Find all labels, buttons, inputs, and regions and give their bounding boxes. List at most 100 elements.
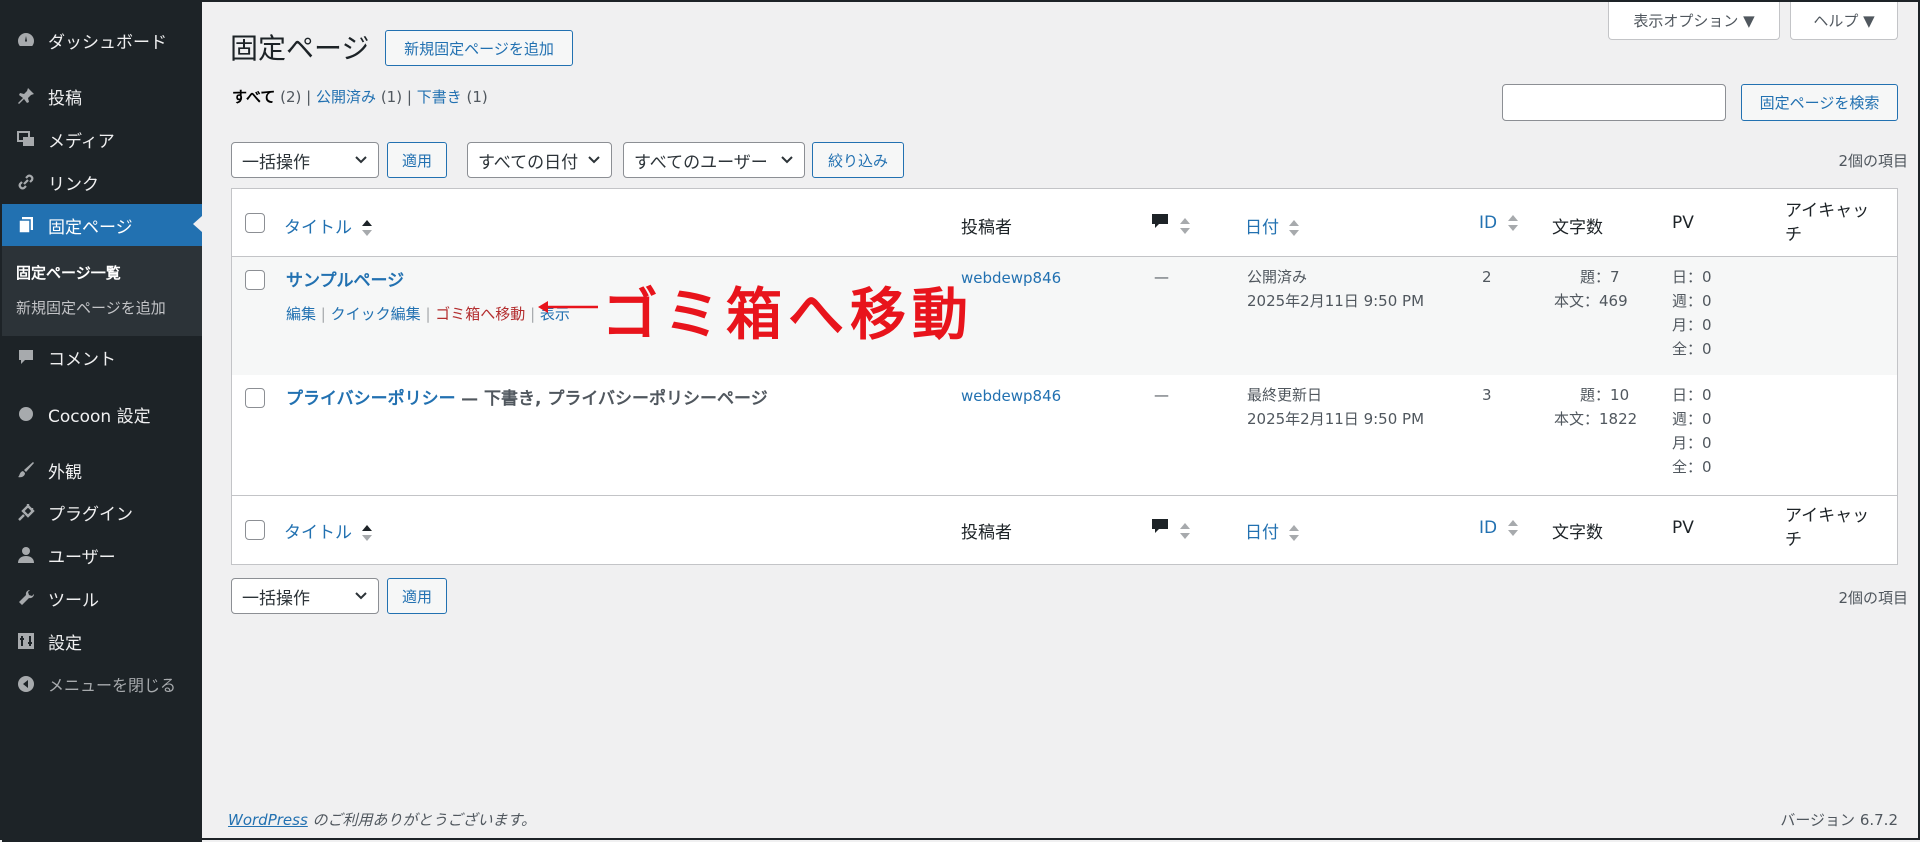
bulk-action-select[interactable]: 一括操作 (231, 142, 379, 178)
apply-button-bottom[interactable]: 適用 (387, 578, 447, 614)
main-content: 表示オプション ▼ ヘルプ ▼ 固定ページ 新規固定ページを追加 すべて (2)… (202, 2, 1920, 842)
sidebar-item-media[interactable]: メディア (2, 119, 202, 159)
filter-button[interactable]: 絞り込み (812, 142, 904, 178)
id-value: 3 (1482, 386, 1492, 404)
filter-all-count: (2) (280, 88, 302, 106)
sidebar-item-posts[interactable]: 投稿 (2, 76, 202, 116)
screen-options-button[interactable]: 表示オプション ▼ (1608, 2, 1780, 40)
chevron-down-icon (355, 156, 367, 164)
help-button[interactable]: ヘルプ ▼ (1790, 2, 1898, 40)
sidebar-item-label: 設定 (48, 633, 82, 654)
column-id[interactable]: ID (1479, 213, 1519, 233)
column-id-label: ID (1479, 518, 1498, 538)
date-filter-value: すべての日付 (478, 152, 579, 173)
chevron-down-icon (781, 156, 793, 164)
date-value: 2025年2月11日 9:50 PM (1247, 292, 1425, 310)
sort-icon (1289, 220, 1300, 236)
user-icon (14, 543, 38, 567)
column-date[interactable]: 日付 (1245, 213, 1300, 238)
column-title[interactable]: タイトル (284, 213, 373, 238)
pv-day: 日：0 (1672, 268, 1712, 286)
submenu-add-new-page[interactable]: 新規固定ページを追加 (16, 297, 166, 318)
column-comments[interactable] (1150, 516, 1191, 541)
sidebar-item-links[interactable]: リンク (2, 162, 202, 202)
pv-cell: 日：0 週：0 月：0 全：0 (1672, 265, 1712, 361)
date-filter-select[interactable]: すべての日付 (467, 142, 612, 178)
sidebar-item-comments[interactable]: コメント (2, 337, 202, 377)
page-title-link[interactable]: サンプルページ (286, 271, 404, 291)
char-count-body: 本文：469 (1554, 292, 1628, 310)
sort-icon (1507, 520, 1518, 536)
column-date-label: 日付 (1245, 523, 1279, 543)
sidebar-item-label: ユーザー (48, 547, 116, 568)
app-window: ダッシュボード 投稿 メディア リンク 固定ページ 固定ページ一覧 新規固定ペー… (0, 0, 1920, 842)
column-comments[interactable] (1150, 211, 1191, 236)
column-thumbnail-label-1: アイキャッ (1785, 506, 1870, 526)
bulk-action-value: 一括操作 (242, 152, 310, 173)
column-id-label: ID (1479, 213, 1498, 233)
wrench-icon (14, 586, 38, 610)
column-title-label: タイトル (284, 218, 352, 238)
sidebar-item-dashboard[interactable]: ダッシュボード (2, 20, 202, 60)
sidebar-item-users[interactable]: ユーザー (2, 535, 202, 575)
sidebar-item-tools[interactable]: ツール (2, 578, 202, 618)
edit-link[interactable]: 編集 (286, 305, 316, 323)
sidebar-item-label: ダッシュボード (48, 32, 167, 53)
wordpress-link[interactable]: WordPress (228, 811, 308, 829)
sidebar-item-label: 固定ページ (48, 217, 133, 238)
sort-icon (362, 525, 373, 541)
select-all-checkbox[interactable] (245, 520, 265, 540)
column-thumbnail-label-2: チ (1785, 530, 1802, 550)
column-char-count: 文字数 (1552, 218, 1603, 238)
user-filter-select[interactable]: すべてのユーザー (623, 142, 805, 178)
filter-all[interactable]: すべて (232, 88, 275, 106)
collapse-menu-button[interactable]: メニューを閉じる (2, 664, 202, 704)
column-thumbnail: アイキャッ チ (1785, 199, 1869, 247)
collapse-icon (14, 672, 38, 696)
pv-month: 月：0 (1672, 316, 1712, 334)
brush-icon (14, 458, 38, 482)
apply-button[interactable]: 適用 (387, 142, 447, 178)
row-checkbox[interactable] (245, 270, 265, 290)
footer-thanks-text: のご利用ありがとうございます。 (307, 811, 537, 829)
sidebar-item-label: Cocoon 設定 (48, 406, 151, 427)
column-date[interactable]: 日付 (1245, 518, 1300, 543)
status-filters: すべて (2) | 公開済み (1) | 下書き (1) (232, 86, 488, 107)
sidebar-item-label: 外観 (48, 462, 82, 483)
author-link[interactable]: webdewp846 (961, 269, 1061, 287)
column-title[interactable]: タイトル (284, 518, 373, 543)
sidebar-item-label: リンク (48, 174, 99, 195)
page-title-link[interactable]: プライバシーポリシー (286, 389, 456, 409)
search-pages-button[interactable]: 固定ページを検索 (1741, 84, 1898, 121)
row-checkbox[interactable] (245, 388, 265, 408)
date-cell: 公開済み 2025年2月11日 9:50 PM (1247, 265, 1424, 313)
sidebar-item-appearance[interactable]: 外観 (2, 450, 202, 490)
bulk-action-select-bottom[interactable]: 一括操作 (231, 578, 379, 614)
search-input[interactable] (1502, 84, 1726, 121)
pages-icon (14, 213, 38, 237)
caret-down-icon: ▼ (1863, 11, 1875, 30)
sidebar-item-cocoon-settings[interactable]: Cocoon 設定 (2, 394, 202, 434)
chevron-down-icon (355, 592, 367, 600)
trash-link[interactable]: ゴミ箱へ移動 (435, 305, 525, 323)
sidebar-item-pages[interactable]: 固定ページ (2, 204, 202, 246)
page-title: 固定ページ (230, 32, 370, 65)
sidebar-item-label: プラグイン (48, 504, 133, 525)
filter-draft[interactable]: 下書き (417, 88, 462, 106)
table-header: タイトル 投稿者 日付 ID 文字数 PV アイキャッ チ (232, 189, 1897, 257)
filter-published[interactable]: 公開済み (316, 88, 376, 106)
comment-icon (1152, 214, 1168, 228)
sidebar-item-plugins[interactable]: プラグイン (2, 492, 202, 532)
media-icon (14, 127, 38, 151)
author-link[interactable]: webdewp846 (961, 387, 1061, 405)
quick-edit-link[interactable]: クイック編集 (331, 305, 421, 323)
sidebar-item-settings[interactable]: 設定 (2, 621, 202, 661)
separator: | (530, 305, 536, 323)
add-new-page-button[interactable]: 新規固定ページを追加 (385, 30, 573, 66)
submenu-all-pages[interactable]: 固定ページ一覧 (16, 262, 121, 283)
sidebar-item-label: メディア (48, 131, 115, 152)
pages-submenu: 固定ページ一覧 新規固定ページを追加 (2, 246, 202, 336)
select-all-checkbox[interactable] (245, 213, 265, 233)
column-thumbnail-label-1: アイキャッ (1785, 201, 1870, 221)
column-id[interactable]: ID (1479, 518, 1519, 538)
